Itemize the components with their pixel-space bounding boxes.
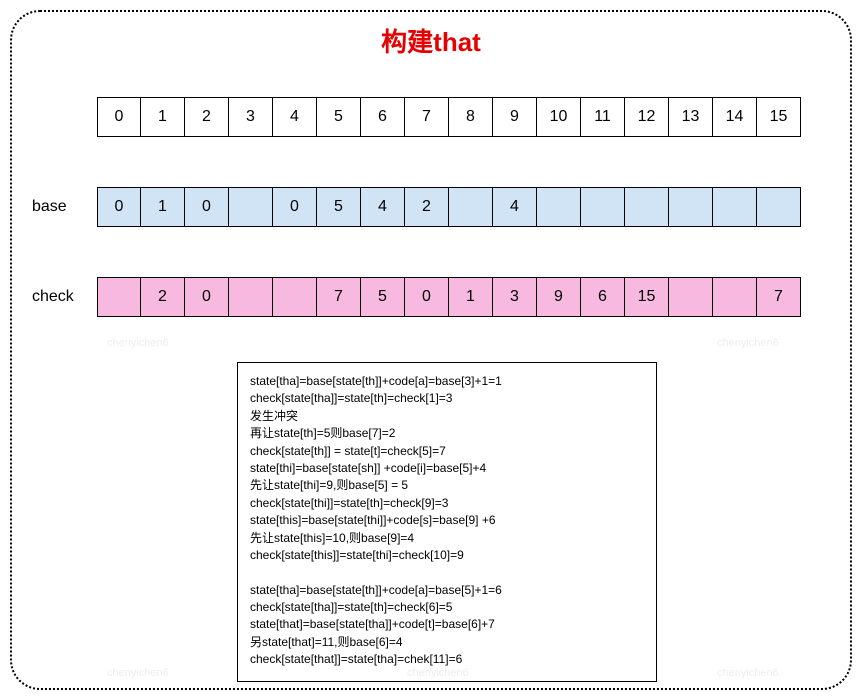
- check-cell: 2: [141, 277, 185, 317]
- check-cell: 7: [757, 277, 801, 317]
- index-row: 0123456789101112131415: [97, 97, 801, 137]
- watermark: chenyichen6: [717, 667, 779, 679]
- check-cell: [229, 277, 273, 317]
- index-cell: 4: [273, 97, 317, 137]
- base-cell: [581, 187, 625, 227]
- check-cell: [273, 277, 317, 317]
- base-cell: [713, 187, 757, 227]
- diagram-frame: 构建that 0123456789101112131415 base 01005…: [10, 10, 852, 690]
- check-cell: 7: [317, 277, 361, 317]
- index-cell: 1: [141, 97, 185, 137]
- base-cell: 4: [493, 187, 537, 227]
- check-cell: 3: [493, 277, 537, 317]
- index-array: 0123456789101112131415: [97, 97, 801, 137]
- check-cell: [713, 277, 757, 317]
- index-cell: 9: [493, 97, 537, 137]
- index-cell: 10: [537, 97, 581, 137]
- index-cell: 6: [361, 97, 405, 137]
- base-cell: [625, 187, 669, 227]
- check-label: check: [32, 288, 97, 306]
- check-cell: 9: [537, 277, 581, 317]
- check-array: 207501396157: [97, 277, 801, 317]
- index-cell: 8: [449, 97, 493, 137]
- base-cell: [449, 187, 493, 227]
- base-cell: [757, 187, 801, 227]
- check-cell: [669, 277, 713, 317]
- base-cell: [537, 187, 581, 227]
- base-row: base 01005424: [32, 187, 801, 227]
- check-cell: 0: [405, 277, 449, 317]
- index-cell: 12: [625, 97, 669, 137]
- watermark: chenyichen6: [107, 337, 169, 349]
- check-cell: 5: [361, 277, 405, 317]
- base-cell: 0: [97, 187, 141, 227]
- watermark: chenyichen6: [107, 667, 169, 679]
- computation-textbox: state[tha]=base[state[th]]+code[a]=base[…: [237, 362, 657, 682]
- check-cell: 6: [581, 277, 625, 317]
- check-cell: 15: [625, 277, 669, 317]
- index-cell: 3: [229, 97, 273, 137]
- base-cell: 0: [185, 187, 229, 227]
- index-cell: 15: [757, 97, 801, 137]
- index-cell: 0: [97, 97, 141, 137]
- check-cell: [97, 277, 141, 317]
- base-cell: 5: [317, 187, 361, 227]
- base-label: base: [32, 198, 97, 216]
- index-cell: 14: [713, 97, 757, 137]
- base-cell: 0: [273, 187, 317, 227]
- index-cell: 2: [185, 97, 229, 137]
- base-cell: 4: [361, 187, 405, 227]
- index-cell: 13: [669, 97, 713, 137]
- index-cell: 11: [581, 97, 625, 137]
- base-cell: 2: [405, 187, 449, 227]
- check-cell: 0: [185, 277, 229, 317]
- base-cell: [229, 187, 273, 227]
- base-array: 01005424: [97, 187, 801, 227]
- page-title: 构建that: [12, 22, 850, 59]
- index-cell: 7: [405, 97, 449, 137]
- check-row: check 207501396157: [32, 277, 801, 317]
- check-cell: 1: [449, 277, 493, 317]
- base-cell: 1: [141, 187, 185, 227]
- base-cell: [669, 187, 713, 227]
- index-cell: 5: [317, 97, 361, 137]
- watermark: chenyichen6: [717, 337, 779, 349]
